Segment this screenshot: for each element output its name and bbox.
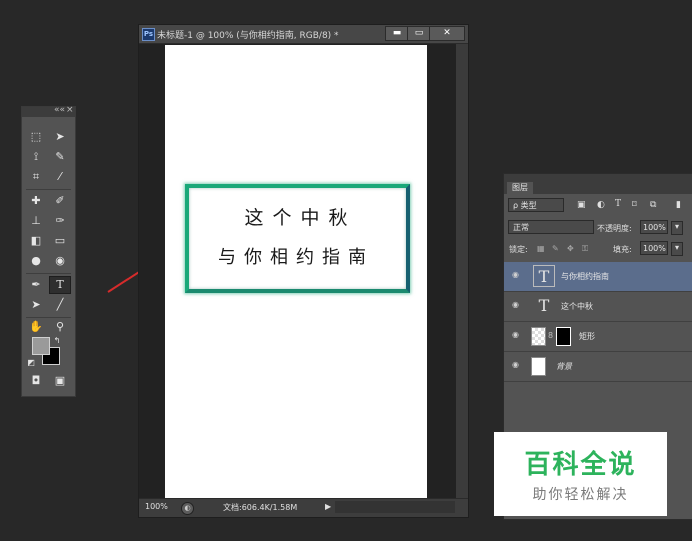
layer-row-text-1[interactable]: ◉ T 与你相约指南	[504, 262, 692, 292]
quick-selection-tool-icon[interactable]: ✎	[50, 149, 70, 165]
line-tool-icon[interactable]: ╱	[50, 297, 70, 313]
hand-tool-icon[interactable]: ✋	[26, 319, 46, 335]
mask-link-icon[interactable]: 8	[548, 331, 553, 340]
document-window: Ps 未标题-1 @ 100% (与你相约指南, RGB/8) * ▬ ▭ ✕ …	[138, 24, 469, 518]
horizontal-scrollbar[interactable]	[335, 501, 455, 513]
canvas-area[interactable]: 这个中秋 与你相约指南	[139, 44, 468, 498]
tab-layers[interactable]: 图层	[507, 182, 533, 194]
vector-mask-thumbnail	[556, 327, 571, 346]
filter-smart-object-icon[interactable]: ⧉	[650, 200, 656, 210]
gradient-tool-icon[interactable]: ▭	[50, 233, 70, 249]
layer-name: 矩形	[579, 332, 595, 341]
opacity-label: 不透明度:	[597, 224, 632, 233]
filter-toggle-icon[interactable]: ▮	[676, 200, 681, 210]
zoom-level[interactable]: 100%	[145, 502, 168, 511]
tools-separator	[26, 273, 71, 274]
filter-shape-icon[interactable]: ⌑	[632, 200, 637, 210]
foreground-color-swatch[interactable]	[32, 337, 50, 355]
tools-panel-header[interactable]: «« ×	[22, 105, 75, 117]
healing-brush-tool-icon[interactable]: ✚	[26, 193, 46, 209]
marquee-tool-icon[interactable]: ⬚	[26, 129, 46, 145]
layer-name: 与你相约指南	[561, 272, 609, 281]
status-bar: 100% ◐ 文档:606.4K/1.58M ▶	[139, 498, 468, 517]
layer-filter-select[interactable]: ρ 类型	[508, 198, 564, 212]
layer-row-text-2[interactable]: ◉ T 这个中秋	[504, 292, 692, 322]
fill-input[interactable]: 100%	[640, 241, 668, 255]
tools-separator	[26, 317, 71, 318]
status-menu-arrow-icon[interactable]: ▶	[325, 502, 331, 511]
collapse-panel-icon[interactable]: ««	[54, 105, 65, 115]
history-brush-tool-icon[interactable]: ✑	[50, 213, 70, 229]
filter-pixel-icon[interactable]: ▣	[577, 200, 586, 210]
layer-row-background[interactable]: ◉ 背景	[504, 352, 692, 382]
status-info-icon[interactable]: ◐	[181, 502, 194, 515]
opacity-dropdown-icon[interactable]: ▾	[671, 221, 683, 235]
visibility-eye-icon[interactable]: ◉	[512, 301, 522, 309]
document-title-bar[interactable]: Ps 未标题-1 @ 100% (与你相约指南, RGB/8) * ▬ ▭ ✕	[139, 25, 468, 44]
filter-type-icon[interactable]: T	[615, 199, 621, 209]
document-size-info: 文档:606.4K/1.58M	[223, 503, 298, 512]
close-panel-icon[interactable]: ×	[66, 105, 74, 115]
brush-tool-icon[interactable]: ✐	[50, 193, 70, 209]
watermark-title: 百科全说	[524, 450, 637, 480]
canvas-text-line2: 与你相约指南	[218, 247, 374, 268]
watermark-subtitle: 助你轻松解决	[532, 487, 629, 503]
fill-dropdown-icon[interactable]: ▾	[671, 242, 683, 256]
layer-name: 背景	[556, 362, 572, 371]
text-layer-thumbnail-icon: T	[533, 265, 555, 287]
eraser-tool-icon[interactable]: ◧	[26, 233, 46, 249]
blur-tool-icon[interactable]: ●	[26, 253, 46, 269]
tools-separator	[26, 189, 71, 190]
clone-stamp-tool-icon[interactable]: ⊥	[26, 213, 46, 229]
lock-all-icon[interactable]: ⚿	[582, 244, 588, 254]
rectangle-frame	[185, 184, 410, 293]
default-colors-icon[interactable]: ◩	[26, 355, 36, 371]
swap-colors-icon[interactable]: ↰	[52, 333, 62, 349]
document-title: 未标题-1 @ 100% (与你相约指南, RGB/8) *	[157, 31, 339, 41]
layers-panel-header: 图层	[504, 174, 692, 194]
canvas-text-line1: 这个中秋	[244, 207, 357, 229]
visibility-eye-icon[interactable]: ◉	[512, 271, 522, 279]
layer-row-shape[interactable]: ◉ 8 矩形	[504, 322, 692, 352]
text-layer-thumbnail-icon: T	[538, 296, 550, 315]
vertical-scrollbar[interactable]	[456, 44, 468, 498]
eyedropper-tool-icon[interactable]: ⁄	[50, 169, 70, 185]
shape-layer-thumbnail	[531, 327, 546, 346]
lock-position-icon[interactable]: ✥	[567, 244, 574, 253]
visibility-eye-icon[interactable]: ◉	[512, 361, 522, 369]
opacity-input[interactable]: 100%	[640, 220, 668, 234]
tools-panel: «« × ⬚ ➤ ⟟ ✎ ⌗ ⁄ ✚ ✐ ⊥ ✑ ◧ ▭ ● ◉ ✒ T ➤ ╱…	[21, 105, 76, 397]
fill-label: 填充:	[613, 245, 632, 254]
filter-adjustment-icon[interactable]: ◐	[597, 200, 605, 210]
dodge-tool-icon[interactable]: ◉	[50, 253, 70, 269]
quick-mask-icon[interactable]: ◘	[26, 373, 46, 389]
move-tool-icon[interactable]: ➤	[50, 129, 70, 145]
visibility-eye-icon[interactable]: ◉	[512, 331, 522, 339]
canvas[interactable]: 这个中秋 与你相约指南	[165, 45, 427, 498]
restore-button[interactable]: ▭	[407, 26, 431, 41]
lock-transparent-icon[interactable]: ▦	[537, 244, 545, 253]
watermark-logo: 百科全说 助你轻松解决	[494, 432, 667, 516]
background-layer-thumbnail	[531, 357, 546, 376]
lock-image-icon[interactable]: ✎	[552, 244, 559, 253]
layer-name: 这个中秋	[561, 302, 593, 311]
lock-label: 锁定:	[509, 245, 528, 254]
blend-mode-select[interactable]: 正常	[508, 220, 594, 234]
close-button[interactable]: ✕	[429, 26, 465, 41]
crop-tool-icon[interactable]: ⌗	[26, 169, 46, 185]
photoshop-logo-icon: Ps	[142, 28, 155, 41]
lasso-tool-icon[interactable]: ⟟	[26, 149, 46, 165]
path-selection-tool-icon[interactable]: ➤	[26, 297, 46, 313]
type-tool-icon[interactable]: T	[49, 276, 71, 294]
screen-mode-icon[interactable]: ▣	[50, 373, 70, 389]
pen-tool-icon[interactable]: ✒	[26, 277, 46, 293]
minimize-button[interactable]: ▬	[385, 26, 409, 41]
